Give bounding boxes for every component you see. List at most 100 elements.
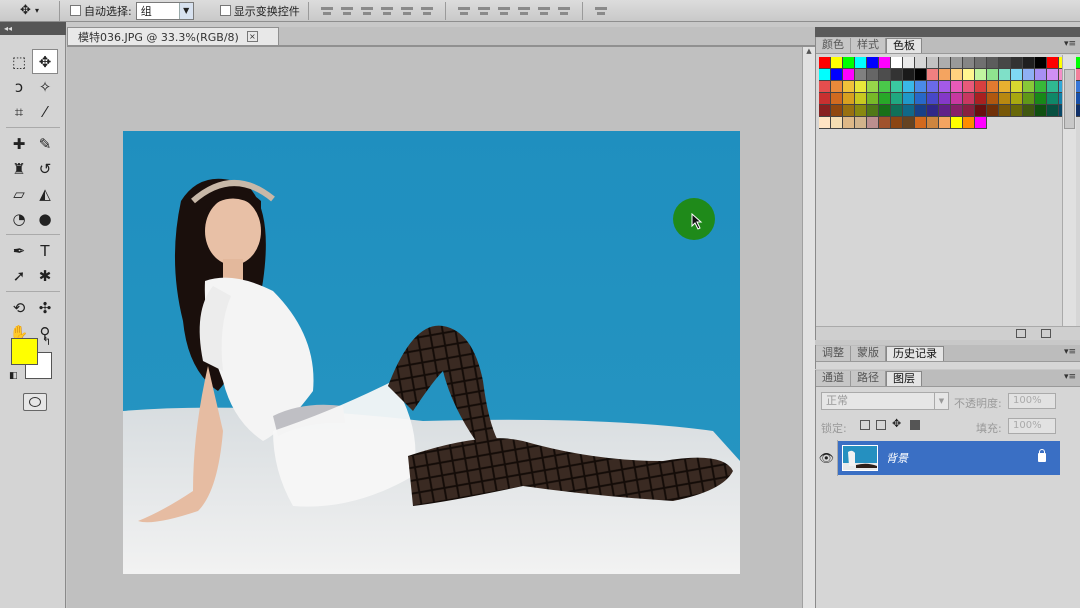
color-swatch[interactable] (819, 69, 831, 81)
tab-channels[interactable]: 通道 (816, 371, 851, 386)
trash-icon[interactable] (1041, 329, 1051, 338)
brush-icon[interactable]: ✎ (32, 131, 58, 156)
color-swatch[interactable] (1023, 69, 1035, 81)
eraser-icon[interactable]: ▱ (6, 181, 32, 206)
color-swatch[interactable] (843, 57, 855, 69)
move-icon[interactable]: ✥ (32, 49, 58, 74)
color-swatch[interactable] (819, 93, 831, 105)
color-swatch[interactable] (927, 105, 939, 117)
color-swatch[interactable] (939, 57, 951, 69)
color-swatch[interactable] (891, 105, 903, 117)
color-swatch[interactable] (915, 69, 927, 81)
color-swatch[interactable] (879, 93, 891, 105)
color-swatch[interactable] (831, 93, 843, 105)
tab-swatches[interactable]: 色板 (886, 38, 922, 53)
color-swatch[interactable] (879, 69, 891, 81)
color-swatch[interactable] (987, 81, 999, 93)
distribute-hcenter-icon[interactable] (536, 4, 552, 18)
color-swatch[interactable] (903, 57, 915, 69)
color-swatch[interactable] (927, 93, 939, 105)
color-swatch[interactable] (1023, 57, 1035, 69)
color-swatch[interactable] (891, 81, 903, 93)
color-swatch[interactable] (903, 117, 915, 129)
color-swatch[interactable] (963, 57, 975, 69)
eye-icon[interactable]: 👁 (816, 440, 838, 476)
color-swatch[interactable] (951, 57, 963, 69)
pen-icon[interactable]: ✒ (6, 238, 32, 263)
dodge-icon[interactable]: ● (32, 206, 58, 231)
color-swatch[interactable] (927, 69, 939, 81)
paint-bucket-icon[interactable]: ◭ (32, 181, 58, 206)
checkbox-box[interactable] (70, 5, 81, 16)
color-swatch[interactable] (987, 105, 999, 117)
color-swatch[interactable] (855, 93, 867, 105)
foreground-color-swatch[interactable] (11, 338, 38, 365)
crop-icon[interactable]: ⌗ (6, 99, 32, 124)
color-swatch[interactable] (831, 69, 843, 81)
distribute-left-icon[interactable] (516, 4, 532, 18)
color-swatch[interactable] (855, 81, 867, 93)
toolbox-header[interactable]: ◂◂ (0, 22, 66, 35)
color-swatch[interactable] (999, 93, 1011, 105)
color-swatch[interactable] (963, 93, 975, 105)
history-brush-icon[interactable]: ↺ (32, 156, 58, 181)
panel-menu-icon[interactable]: ▾≡ (1064, 347, 1076, 357)
lock-all-icon[interactable] (910, 420, 920, 430)
checkbox-box[interactable] (219, 5, 231, 16)
align-left-icon[interactable] (379, 4, 395, 18)
color-swatch[interactable] (1047, 57, 1059, 69)
color-swatch[interactable] (891, 69, 903, 81)
color-swatch[interactable] (891, 57, 903, 69)
color-swatch[interactable] (963, 81, 975, 93)
show-transform-checkbox[interactable]: 显示变换控件 (219, 3, 300, 19)
document-tab[interactable]: 模特036.JPG @ 33.3%(RGB/8) × (67, 27, 279, 45)
color-swatch[interactable] (999, 81, 1011, 93)
color-swatch[interactable] (831, 105, 843, 117)
color-swatch[interactable] (951, 69, 963, 81)
auto-select-checkbox[interactable]: 自动选择: (70, 3, 132, 19)
tab-history[interactable]: 历史记录 (886, 346, 944, 361)
layer-row-background[interactable]: 👁 背景 (816, 440, 1080, 476)
color-swatch[interactable] (927, 117, 939, 129)
auto-align-icon[interactable] (593, 4, 609, 18)
color-swatch[interactable] (1023, 81, 1035, 93)
color-swatch[interactable] (963, 105, 975, 117)
color-swatch[interactable] (903, 81, 915, 93)
healing-brush-icon[interactable]: ✚ (6, 131, 32, 156)
align-top-icon[interactable] (319, 4, 335, 18)
color-swatch[interactable] (915, 117, 927, 129)
color-swatch[interactable] (831, 57, 843, 69)
color-swatch[interactable] (939, 81, 951, 93)
color-swatch[interactable] (927, 81, 939, 93)
color-swatch[interactable] (1035, 57, 1047, 69)
color-swatch[interactable] (891, 117, 903, 129)
scroll-thumb[interactable] (1064, 69, 1075, 129)
tab-paths[interactable]: 路径 (851, 371, 886, 386)
fill-field[interactable]: 100% (1008, 418, 1056, 434)
color-swatch[interactable] (831, 81, 843, 93)
color-swatch[interactable] (819, 105, 831, 117)
color-swatch[interactable] (903, 105, 915, 117)
color-swatch[interactable] (867, 69, 879, 81)
magic-wand-icon[interactable]: ✧ (32, 74, 58, 99)
color-swatch[interactable] (963, 69, 975, 81)
color-swatch[interactable] (819, 57, 831, 69)
3d-rotate-icon[interactable]: ⟲ (6, 295, 32, 320)
align-vcenter-icon[interactable] (339, 4, 355, 18)
color-swatch[interactable] (1011, 93, 1023, 105)
quick-mask-button[interactable] (23, 393, 47, 411)
color-swatch[interactable] (891, 93, 903, 105)
chevron-up-icon[interactable]: ▲ (803, 47, 815, 59)
color-swatch[interactable] (987, 57, 999, 69)
color-swatch[interactable] (951, 117, 963, 129)
color-swatch[interactable] (867, 105, 879, 117)
color-swatch[interactable] (879, 117, 891, 129)
tab-masks[interactable]: 蒙版 (851, 346, 886, 361)
rect-marquee-icon[interactable]: ⬚ (6, 49, 32, 74)
color-swatch[interactable] (1035, 93, 1047, 105)
color-swatch[interactable] (1035, 105, 1047, 117)
color-swatch[interactable] (1035, 81, 1047, 93)
color-swatch[interactable] (987, 69, 999, 81)
blend-mode-dropdown[interactable]: 正常 ▼ (821, 392, 949, 410)
distribute-top-icon[interactable] (456, 4, 472, 18)
